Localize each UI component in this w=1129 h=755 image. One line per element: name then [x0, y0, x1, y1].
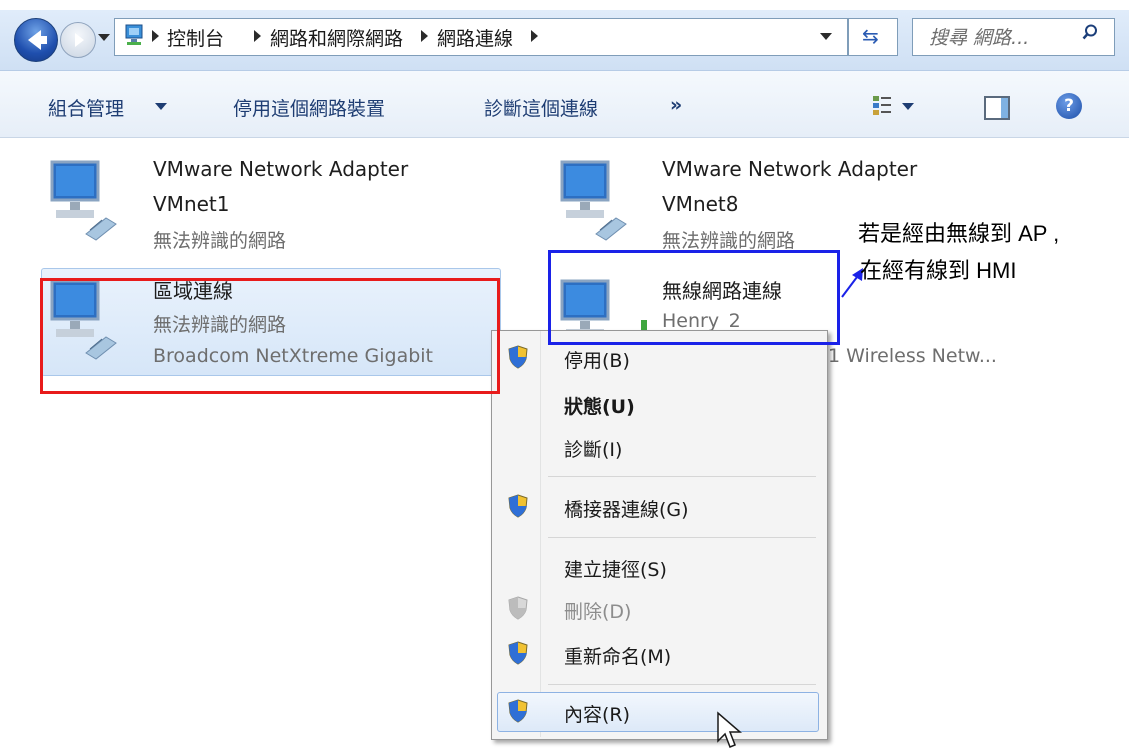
- menu-item-status[interactable]: 狀態(U): [564, 392, 635, 419]
- control-panel-icon: [125, 24, 143, 45]
- menu-item-diagnose[interactable]: 診斷(I): [564, 435, 622, 462]
- uac-shield-icon: [508, 345, 528, 369]
- organize-button[interactable]: 組合管理: [48, 94, 124, 121]
- uac-shield-icon: [508, 494, 528, 518]
- breadcrumb-arrow-icon[interactable]: [254, 30, 261, 42]
- network-adapter-icon: [50, 160, 117, 241]
- breadcrumb-control-panel[interactable]: 控制台: [167, 24, 224, 51]
- more-commands-button[interactable]: »: [670, 94, 682, 116]
- annotation-red-box: [40, 278, 500, 394]
- connection-name[interactable]: VMware Network Adapter: [662, 157, 917, 181]
- uac-shield-icon: [508, 641, 528, 665]
- uac-shield-icon: [508, 699, 528, 723]
- network-adapter-icon: [560, 160, 627, 241]
- search-icon[interactable]: [1082, 24, 1098, 40]
- breadcrumb-network-internet[interactable]: 網路和網際網路: [270, 24, 403, 51]
- help-icon[interactable]: ?: [1056, 93, 1082, 119]
- connection-name-line2[interactable]: VMnet1: [153, 192, 229, 216]
- menu-gutter: [540, 331, 541, 737]
- menu-item-rename[interactable]: 重新命名(M): [564, 642, 671, 669]
- menu-item-properties[interactable]: 內容(R): [564, 700, 630, 727]
- menu-item-create-shortcut[interactable]: 建立捷徑(S): [564, 555, 667, 582]
- menu-separator: [548, 476, 816, 477]
- forward-button[interactable]: [60, 22, 96, 58]
- connection-name-line2[interactable]: VMnet8: [662, 192, 738, 216]
- address-dropdown-icon[interactable]: [820, 33, 832, 40]
- view-dropdown-icon[interactable]: [902, 103, 914, 110]
- mouse-cursor-icon: [717, 711, 743, 748]
- chevron-down-icon[interactable]: [155, 103, 167, 110]
- breadcrumb-network-connections[interactable]: 網路連線: [437, 24, 513, 51]
- breadcrumb-arrow-icon[interactable]: [421, 30, 428, 42]
- connection-device: 1 Wireless Netw...: [828, 345, 997, 367]
- menu-item-bridge[interactable]: 橋接器連線(G): [564, 495, 689, 522]
- uac-shield-disabled-icon: [508, 596, 528, 620]
- diagnose-connection-button[interactable]: 診斷這個連線: [484, 94, 598, 121]
- connection-status: 無法辨識的網路: [153, 230, 287, 252]
- top-strip: [0, 0, 1129, 10]
- recent-pages-dropdown-icon[interactable]: [98, 34, 110, 41]
- change-view-icon[interactable]: [872, 94, 894, 116]
- menu-item-disable[interactable]: 停用(B): [564, 346, 630, 373]
- search-placeholder: 搜尋 網路...: [929, 27, 1030, 49]
- annotation-note-line2: 在經有線到 HMI: [860, 258, 1017, 283]
- connection-status: 無法辨識的網路: [662, 230, 796, 252]
- menu-separator: [548, 537, 816, 538]
- annotation-note-line1: 若是經由無線到 AP ,: [858, 221, 1060, 246]
- context-menu: [491, 330, 828, 740]
- back-button[interactable]: [14, 18, 58, 62]
- refresh-icon: ⇆: [862, 24, 879, 48]
- annotation-blue-box: [548, 250, 840, 345]
- connection-name[interactable]: VMware Network Adapter: [153, 157, 408, 181]
- breadcrumb-arrow-icon[interactable]: [152, 30, 159, 42]
- breadcrumb-arrow-icon[interactable]: [531, 30, 538, 42]
- disable-device-button[interactable]: 停用這個網路裝置: [233, 94, 385, 121]
- menu-separator: [548, 684, 816, 685]
- menu-item-delete: 刪除(D): [564, 601, 632, 623]
- preview-pane-icon[interactable]: [984, 96, 1010, 120]
- menu-item-highlight: [497, 692, 819, 732]
